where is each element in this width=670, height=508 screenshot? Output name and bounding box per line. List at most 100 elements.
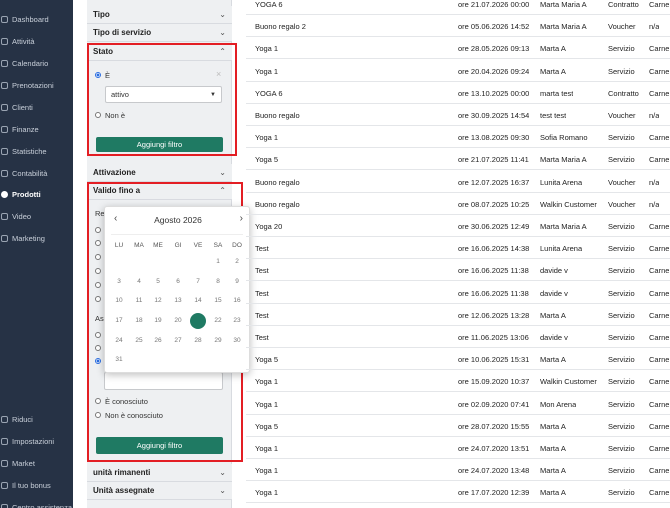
calendar-day[interactable]: 25 [129, 333, 149, 349]
calendar-day[interactable]: 22 [208, 313, 228, 329]
table-cell-extra: Carne [649, 266, 670, 276]
table-row[interactable]: Buono regalo ore 30.09.2025 14:54 test tes… [246, 104, 670, 126]
calendar-day[interactable]: 9 [227, 274, 247, 290]
table-row[interactable]: Test ore 16.06.2025 14:38 Lunita Arena Serv… [246, 237, 670, 260]
table-cell-date: ore 10.06.2025 15:31 [458, 355, 530, 365]
calendar-day[interactable]: 26 [148, 333, 168, 349]
table-cell-date: ore 17.07.2020 12:39 [458, 488, 530, 498]
table-cell-name: YOGA 6 [255, 88, 283, 98]
table-row[interactable]: Yoga 5 ore 10.06.2025 15:31 Marta A Servizi… [246, 348, 670, 371]
calendar-day[interactable]: 13 [168, 293, 188, 309]
calendar-day[interactable]: 18 [129, 313, 149, 329]
calendar-day[interactable]: 21 [188, 313, 208, 329]
calendar-day[interactable]: 16 [227, 293, 247, 309]
filter-tipo[interactable]: Tipo ⌄ [87, 6, 232, 24]
calendar-day[interactable]: 7 [188, 274, 208, 290]
sidebar-bottom-item-3[interactable]: Il tuo bonus [0, 475, 73, 495]
table-row[interactable]: Yoga 1 ore 24.07.2020 13:48 Marta A Servizi… [246, 459, 670, 482]
table-row[interactable]: YOGA 6 ore 13.10.2025 00:00 marta test Cont… [246, 82, 670, 104]
calendar-day[interactable]: 6 [168, 274, 188, 290]
table-row[interactable]: Yoga 1 ore 13.08.2025 09:30 Sofia Romano Se… [246, 126, 670, 149]
calendar-day[interactable]: 20 [168, 313, 188, 329]
sidebar-item-video[interactable]: Video [0, 206, 73, 226]
calendar-day[interactable]: 17 [109, 313, 129, 329]
table-row[interactable]: Yoga 20 ore 30.06.2025 12:49 Marta Maria A… [246, 215, 670, 237]
table-cell-extra: Carne [649, 333, 670, 342]
table-cell-client: davide v [540, 288, 568, 298]
filter-unita-assegnate[interactable]: Unità assegnate ⌄ [87, 482, 232, 500]
calendar-day[interactable]: 8 [208, 274, 228, 290]
calendar-day[interactable]: 3 [109, 274, 129, 290]
calendar-day[interactable]: 27 [168, 333, 188, 349]
table-cell-type: Servizio [608, 266, 635, 276]
table-row[interactable]: Yoga 1 ore 02.09.2020 07:41 Mon Arena Servi… [246, 393, 670, 415]
calendar-day[interactable]: 11 [129, 293, 149, 309]
table-cell-type: Servizio [608, 333, 635, 342]
calendar-day[interactable]: 31 [109, 352, 129, 368]
sidebar-bottom-item-0[interactable]: Riduci [0, 409, 73, 429]
filter-tipo-servizio[interactable]: Tipo di servizio ⌄ [87, 24, 232, 42]
table-cell-extra: Carne [649, 0, 670, 9]
calendar-day[interactable]: 29 [208, 333, 228, 349]
table-cell-date: ore 24.07.2020 13:48 [458, 466, 530, 476]
filter-tipo-label: Tipo [93, 10, 110, 19]
calendar-day[interactable]: 19 [148, 313, 168, 329]
table-row[interactable]: Buono regalo ore 12.07.2025 16:37 Lunita A… [246, 171, 670, 193]
table-row[interactable]: Yoga 1 ore 24.07.2020 13:51 Marta A Servizi… [246, 437, 670, 459]
chevron-down-icon: ⌄ [219, 28, 226, 37]
table-row[interactable]: Buono regalo ore 08.07.2025 10:25 Walkin C… [246, 193, 670, 215]
table-cell-type: Servizio [608, 66, 635, 76]
calendar-day[interactable]: 23 [227, 313, 247, 329]
sidebar-item-prenotazioni[interactable]: Prenotazioni [0, 75, 73, 95]
calendar-day[interactable]: 5 [148, 274, 168, 290]
calendar-day[interactable]: 1 [208, 254, 228, 270]
table-cell-type: Voucher [608, 111, 636, 120]
sidebar-bottom-item-4[interactable]: Centro assistenza [0, 497, 73, 508]
table-row[interactable]: Yoga 5 ore 21.07.2025 11:41 Marta Maria A S… [246, 148, 670, 171]
calendar-day[interactable]: 14 [188, 293, 208, 309]
calendar-day[interactable]: 2 [227, 254, 247, 270]
chevron-right-icon[interactable]: › [240, 213, 243, 224]
sidebar-bottom-item-1[interactable]: Impostazioni [0, 431, 73, 451]
sidebar-item-marketing[interactable]: Marketing [0, 228, 73, 248]
filter-attivazione[interactable]: Attivazione ⌄ [87, 164, 232, 182]
sidebar-item-label: Dashboard [12, 14, 49, 24]
sidebar-item-finanze[interactable]: Finanze [0, 119, 73, 139]
sidebar-item-dashboard[interactable]: Dashboard [0, 9, 73, 29]
calendar-day[interactable]: 4 [129, 274, 149, 290]
table-row[interactable]: YOGA 6 ore 21.07.2026 00:00 Marta Maria A C… [246, 0, 670, 15]
table-row[interactable]: Buono regalo 2 ore 05.06.2026 14:52 Marta … [246, 15, 670, 38]
sidebar-item-attività[interactable]: Attività [0, 31, 73, 51]
sidebar-item-clienti[interactable]: Clienti [0, 97, 73, 117]
table-row[interactable]: Test ore 16.06.2025 11:38 davide v Servizio… [246, 259, 670, 282]
table-cell-type: Servizio [608, 355, 635, 365]
calendar-day[interactable]: 15 [208, 293, 228, 309]
weekday-header: MA [134, 242, 144, 249]
table-row[interactable]: Yoga 1 ore 15.09.2020 10:37 Walkin Custome… [246, 370, 670, 393]
table-cell-client: Marta A [540, 66, 566, 76]
sidebar-bottom-item-2[interactable]: Market [0, 453, 73, 473]
weekday-header: ME [153, 242, 163, 249]
table-row[interactable]: Test ore 16.06.2025 11:38 davide v Servizio… [246, 282, 670, 304]
sidebar-item-label: Il tuo bonus [12, 480, 51, 490]
table-row[interactable]: Yoga 5 ore 28.07.2020 15:55 Marta A Servizi… [246, 415, 670, 437]
calendar-day[interactable]: 12 [148, 293, 168, 309]
table-row[interactable]: Test ore 12.06.2025 13:28 Marta A Servizio C… [246, 304, 670, 326]
filter-attivazione-label: Attivazione [93, 168, 136, 177]
table-row[interactable]: Yoga 1 ore 17.07.2020 12:39 Marta A Servizi… [246, 481, 670, 504]
table-cell-name: Test [255, 266, 269, 276]
sidebar-item-contabilità[interactable]: Contabilità [0, 163, 73, 183]
video-icon [1, 212, 8, 220]
table-row[interactable]: Yoga 1 ore 28.05.2026 09:13 Marta A Servizi… [246, 37, 670, 60]
calendar-day[interactable]: 30 [227, 333, 247, 349]
sidebar-item-calendario[interactable]: Calendario [0, 53, 73, 73]
table-cell-name: Yoga 1 [255, 444, 279, 453]
calendar-day[interactable]: 24 [109, 333, 129, 349]
filter-unita-rimanenti[interactable]: unità rimanenti ⌄ [87, 464, 232, 482]
table-row[interactable]: Test ore 11.06.2025 13:06 davide v Servizio… [246, 326, 670, 348]
sidebar-item-prodotti[interactable]: Prodotti [0, 184, 73, 204]
table-row[interactable]: Yoga 1 ore 20.04.2026 09:24 Marta A Servizi… [246, 60, 670, 82]
sidebar-item-statistiche[interactable]: Statistiche [0, 141, 73, 161]
calendar-day[interactable]: 28 [188, 333, 208, 349]
calendar-day[interactable]: 10 [109, 293, 129, 309]
